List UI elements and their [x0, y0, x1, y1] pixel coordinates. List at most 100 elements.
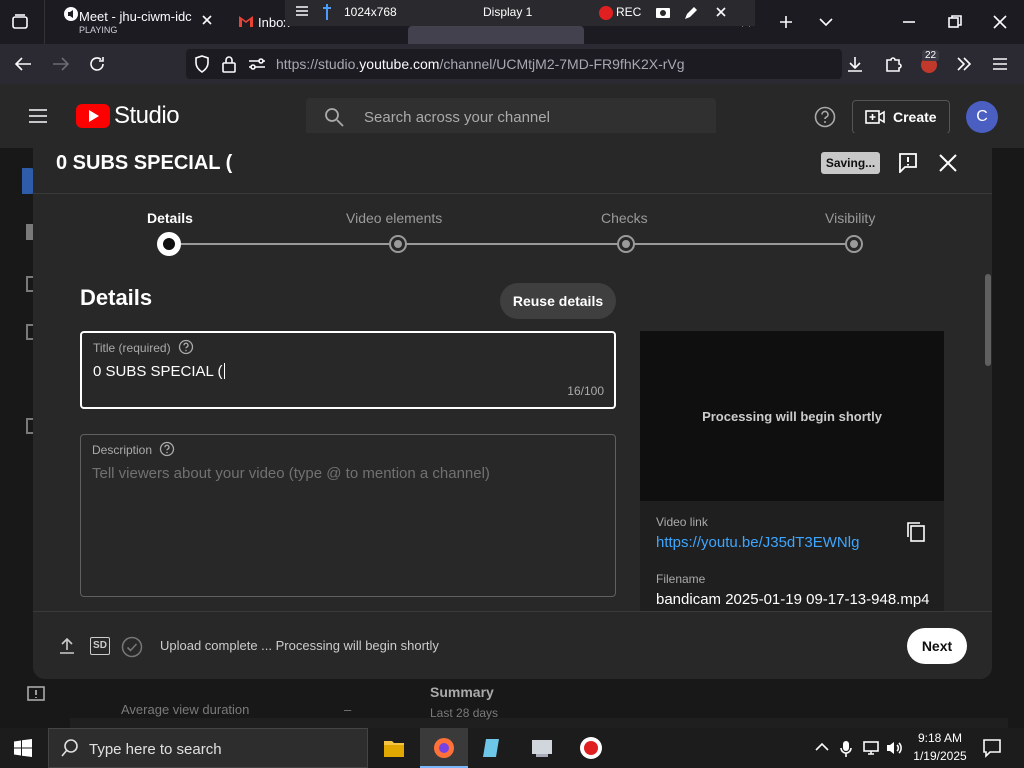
close-icon[interactable]	[939, 154, 957, 172]
overflow-chevrons-icon[interactable]	[955, 56, 973, 72]
tab-meet[interactable]: Meet - jhu-ciwm-idc PLAYING	[44, 0, 222, 44]
title-char-count: 16/100	[567, 384, 604, 398]
url-path: /channel/UCMtjM2-7MD-FR9fhK2X-rVg	[439, 56, 685, 72]
speaker-icon	[63, 6, 79, 22]
studio-logo-text: Studio	[114, 102, 180, 129]
taskbar-search-input[interactable]: Type here to search	[48, 728, 368, 768]
taskbar-date[interactable]: 1/19/2025	[912, 749, 968, 763]
tab-channel-dashboard[interactable]	[408, 26, 584, 44]
title-input[interactable]: Title (required) 0 SUBS SPECIAL ( 16/100	[80, 331, 616, 409]
feedback-icon[interactable]	[27, 686, 45, 704]
close-window-icon[interactable]	[993, 15, 1007, 29]
scrollbar-thumb[interactable]	[985, 274, 991, 366]
app-menu-icon[interactable]	[992, 56, 1008, 72]
divider	[33, 193, 992, 194]
dialog-footer: SD Upload complete ... Processing will b…	[33, 611, 992, 679]
filename-label: Filename	[656, 572, 706, 586]
search-placeholder: Search across your channel	[364, 109, 550, 126]
new-tab-icon[interactable]	[778, 14, 794, 30]
url-bar[interactable]: https://studio.youtube.com/channel/UCMtj…	[186, 49, 842, 79]
reuse-details-button[interactable]: Reuse details	[500, 283, 616, 319]
minimize-icon[interactable]	[902, 15, 916, 29]
tab-list-chevron-down-icon[interactable]	[818, 15, 834, 29]
search-icon	[324, 107, 344, 127]
upload-status-text: Upload complete ... Processing will begi…	[160, 638, 439, 653]
bandicam-record-icon[interactable]	[579, 736, 603, 760]
hamburger-menu-icon[interactable]	[28, 108, 48, 124]
tab-inbox[interactable]: Inbox	[222, 0, 292, 44]
next-button[interactable]: Next	[907, 628, 967, 664]
dialog-title: 0 SUBS SPECIAL (	[56, 152, 233, 174]
youtube-logo-icon[interactable]	[76, 104, 110, 128]
close-tab-icon[interactable]	[201, 14, 213, 26]
app-window-icon[interactable]	[530, 737, 554, 759]
restore-icon[interactable]	[948, 15, 962, 29]
filename-value: bandicam 2025-01-19 09-17-13-948.mp4	[656, 591, 930, 608]
description-label: Description	[92, 443, 153, 457]
notepad-icon[interactable]	[481, 737, 503, 759]
step-details[interactable]: Details	[147, 210, 193, 226]
upload-details-dialog: 0 SUBS SPECIAL ( Saving... Details Video…	[33, 133, 992, 679]
recorder-toolbar: 1024x768 Display 1 REC	[285, 0, 755, 26]
step-dot-checks[interactable]	[619, 237, 633, 251]
file-explorer-icon[interactable]	[383, 738, 405, 758]
copy-icon[interactable]	[906, 521, 926, 543]
recorder-close-icon[interactable]	[715, 6, 727, 18]
help-icon[interactable]	[814, 106, 836, 128]
avatar[interactable]: C	[966, 101, 998, 133]
video-link-label: Video link	[656, 515, 708, 529]
processing-message: Processing will begin shortly	[702, 409, 882, 424]
video-add-icon	[865, 109, 885, 125]
menu-icon[interactable]	[295, 3, 309, 19]
step-visibility[interactable]: Visibility	[825, 210, 875, 226]
tab-overview-icon[interactable]	[10, 12, 30, 32]
title-value: 0 SUBS SPECIAL (	[93, 363, 225, 380]
studio-search-input[interactable]: Search across your channel	[306, 98, 716, 136]
step-dot-video-elements[interactable]	[391, 237, 405, 251]
reload-icon[interactable]	[88, 55, 106, 73]
title-label-text: Title (required)	[93, 341, 171, 355]
background-card	[70, 718, 1008, 728]
help-icon[interactable]	[159, 441, 175, 457]
stepper-line	[170, 243, 854, 245]
create-button[interactable]: Create	[852, 100, 950, 134]
taskbar-search-placeholder: Type here to search	[89, 741, 222, 758]
notifications-icon[interactable]	[982, 738, 1002, 758]
shield-icon[interactable]	[194, 55, 210, 73]
sd-quality-badge: SD	[90, 637, 110, 655]
step-video-elements[interactable]: Video elements	[346, 210, 442, 226]
pin-icon[interactable]	[321, 3, 333, 21]
camera-icon[interactable]	[655, 5, 671, 19]
windows-taskbar: Type here to search 9:18 AM 1/19/2025	[0, 728, 1024, 768]
step-dot-details[interactable]	[157, 232, 181, 256]
taskbar-firefox-button[interactable]	[420, 728, 468, 768]
extensions-puzzle-icon[interactable]	[884, 55, 902, 73]
title-value-text: 0 SUBS SPECIAL (	[93, 363, 223, 380]
description-input[interactable]: Description Tell viewers about your vide…	[80, 434, 616, 597]
forward-arrow-icon[interactable]	[52, 56, 70, 72]
record-icon[interactable]	[599, 6, 613, 20]
volume-icon[interactable]	[886, 740, 904, 756]
description-placeholder: Tell viewers about your video (type @ to…	[92, 465, 490, 482]
title-label: Title (required)	[93, 341, 171, 355]
taskbar-time[interactable]: 9:18 AM	[912, 731, 968, 745]
permissions-icon[interactable]	[248, 56, 266, 72]
help-icon[interactable]	[178, 339, 194, 355]
downloads-icon[interactable]	[846, 55, 864, 73]
url-domain: youtube.com	[359, 56, 440, 72]
text-caret	[223, 363, 225, 379]
video-link[interactable]: https://youtu.be/J35dT3EWNlg	[656, 534, 859, 551]
pencil-icon[interactable]	[683, 5, 699, 21]
microphone-icon[interactable]	[840, 740, 852, 758]
back-arrow-icon[interactable]	[14, 56, 32, 72]
step-checks[interactable]: Checks	[601, 210, 648, 226]
summary-period: Last 28 days	[430, 706, 499, 720]
network-icon[interactable]	[862, 740, 880, 756]
windows-start-icon[interactable]	[14, 739, 32, 757]
report-issue-icon[interactable]	[899, 153, 917, 173]
url-text: https://studio.youtube.com/channel/UCMtj…	[276, 56, 685, 72]
tray-chevron-up-icon[interactable]	[815, 742, 829, 752]
saving-badge: Saving...	[821, 152, 880, 174]
lock-icon[interactable]	[222, 55, 236, 73]
step-dot-visibility[interactable]	[847, 237, 861, 251]
